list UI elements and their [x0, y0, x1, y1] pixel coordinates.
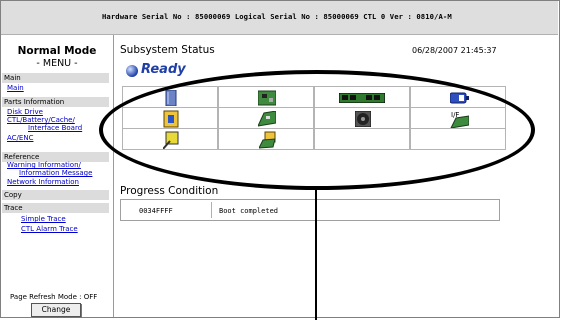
header-bar: Hardware Serial No : 85000069 Logical Se… — [1, 1, 558, 35]
menu-label: - MENU - — [36, 58, 78, 69]
section-parts-information: Parts Information — [2, 97, 109, 107]
mode-title: Normal Mode — [17, 45, 97, 57]
link-ac-enc[interactable]: AC/ENC — [7, 134, 33, 142]
sidebar: Normal Mode - MENU - Main Main Parts Inf… — [1, 35, 114, 317]
link-simple-trace[interactable]: Simple Trace — [21, 215, 66, 223]
subsystem-status-title: Subsystem Status — [120, 44, 215, 56]
progress-code: 0034FFFF — [139, 207, 173, 215]
link-information-message[interactable]: Information Message — [19, 169, 92, 177]
link-warning-information[interactable]: Warning Information/ — [7, 161, 81, 169]
link-interface-board[interactable]: Interface Board — [28, 124, 82, 132]
link-main[interactable]: Main — [7, 84, 24, 92]
section-trace: Trace — [2, 203, 109, 213]
datetime: 06/28/2007 21:45:37 — [412, 46, 497, 55]
link-disk-drive[interactable]: Disk Drive — [7, 108, 43, 116]
status-ball-icon — [126, 65, 138, 77]
section-main: Main — [2, 73, 109, 83]
progress-divider — [211, 202, 212, 218]
link-network-information[interactable]: Network Information — [7, 178, 79, 186]
status-ready: Ready — [141, 62, 186, 77]
callout-line — [315, 189, 317, 320]
highlight-ellipse — [99, 70, 535, 190]
progress-condition-title: Progress Condition — [120, 185, 219, 197]
link-ctl-battery-cache[interactable]: CTL/Battery/Cache/ — [7, 116, 75, 124]
section-copy: Copy — [2, 190, 109, 200]
page-refresh-mode: Page Refresh Mode : OFF — [10, 293, 98, 301]
change-button[interactable]: Change — [31, 303, 81, 317]
link-ctl-alarm-trace[interactable]: CTL Alarm Trace — [21, 225, 78, 233]
serial-info: Hardware Serial No : 85000069 Logical Se… — [102, 12, 452, 21]
progress-status: Boot completed — [219, 207, 279, 215]
progress-row: 0034FFFF Boot completed — [120, 199, 500, 221]
